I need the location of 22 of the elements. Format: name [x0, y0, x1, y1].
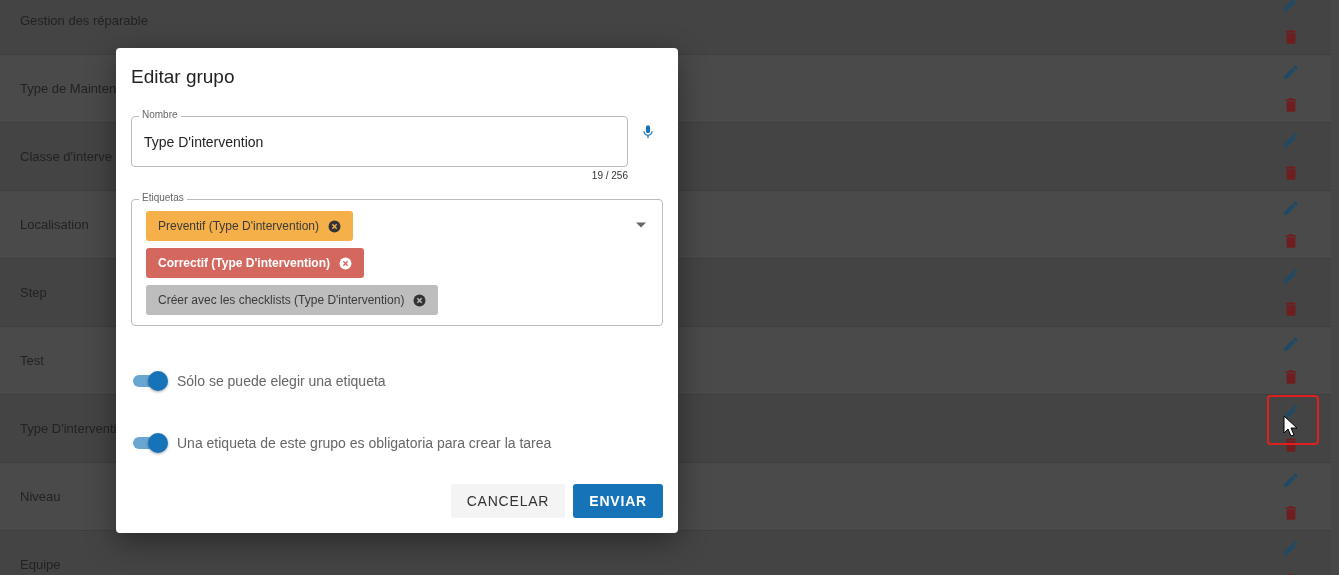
cursor-icon: [1283, 415, 1297, 437]
switch-label: Una etiqueta de este grupo es obligatoria para crear la tarea: [177, 435, 552, 451]
remove-icon[interactable]: [328, 219, 342, 233]
submit-button[interactable]: ENVIAR: [573, 484, 663, 518]
remove-icon[interactable]: [339, 256, 352, 270]
chip-label: Créer avec les checklists (Type D'intervention): [158, 293, 405, 307]
switch-label: Sólo se puede elegir una etiqueta: [177, 373, 386, 389]
tag-chip[interactable]: Correctif (Type D'intervention): [146, 248, 364, 278]
cancel-button[interactable]: CANCELAR: [450, 484, 566, 518]
field-label: Nombre: [139, 109, 181, 121]
tag-chip[interactable]: Créer avec les checklists (Type D'intervention): [146, 285, 439, 315]
chip-label: Preventif (Type D'intervention): [158, 219, 320, 233]
tag-chip[interactable]: Preventif (Type D'intervention): [146, 211, 354, 241]
field-label: Etiquetas: [139, 192, 187, 204]
toggle-switch[interactable]: [131, 370, 169, 392]
character-counter: 19 / 256: [590, 170, 628, 181]
remove-icon[interactable]: [413, 293, 427, 307]
chip-label: Correctif (Type D'intervention): [158, 256, 330, 270]
toggle-switch[interactable]: [131, 432, 169, 454]
dropdown-caret-icon[interactable]: [636, 222, 646, 228]
edit-icon[interactable]: [1282, 402, 1300, 421]
dialog-title: Editar grupo: [131, 66, 236, 88]
